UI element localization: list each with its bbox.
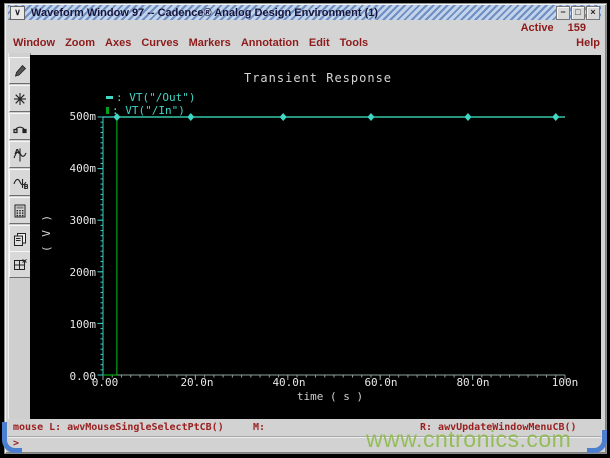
x-tick-label: 80.0n bbox=[456, 376, 490, 389]
window-menu-button[interactable]: ∨ bbox=[10, 5, 25, 20]
x-tick-label: 100n bbox=[551, 376, 579, 389]
y-tick-label: 200m bbox=[69, 266, 97, 279]
menu-help[interactable]: Help bbox=[576, 37, 600, 52]
waveform-b-icon: B bbox=[12, 175, 28, 191]
x-tick-label: 60.0n bbox=[364, 376, 398, 389]
maximize-button[interactable]: □ bbox=[571, 5, 585, 20]
probe-pen-icon bbox=[12, 63, 28, 79]
arc-marker-button[interactable] bbox=[9, 113, 31, 140]
calculator-icon bbox=[12, 203, 28, 219]
close-button[interactable]: × bbox=[586, 5, 600, 20]
minimize-icon: − bbox=[560, 7, 566, 17]
waveform-plot-area[interactable]: Transient Response : VT("/Out") : VT("/I… bbox=[30, 55, 601, 419]
svg-text:A: A bbox=[15, 148, 21, 156]
legend-colon: : bbox=[112, 103, 119, 117]
active-status-row: Active 159 bbox=[521, 22, 586, 36]
legend-item-in[interactable]: : VT("/In") bbox=[106, 103, 185, 117]
menu-curves[interactable]: Curves bbox=[141, 37, 178, 52]
arc-icon bbox=[12, 119, 28, 135]
plot-title: Transient Response bbox=[243, 71, 393, 85]
watermark: www.cntronics.com bbox=[366, 426, 572, 452]
legend-item-out[interactable]: : VT("/Out") bbox=[106, 90, 196, 104]
probe-button[interactable] bbox=[9, 57, 31, 84]
mouse-middle-binding: M: bbox=[253, 422, 266, 433]
menu-annotation[interactable]: Annotation bbox=[241, 37, 299, 52]
x-tick-label: 40.0n bbox=[272, 376, 306, 389]
screen: ∨ Waveform Window 97 -- Cadence® Analog … bbox=[0, 0, 610, 458]
window-scissors-icon bbox=[12, 257, 28, 273]
zoom-fit-button[interactable] bbox=[9, 85, 31, 112]
out-trace-swatch-icon bbox=[106, 95, 113, 99]
x-tick-label: 20.0n bbox=[180, 376, 214, 389]
calculator-button[interactable] bbox=[9, 197, 31, 224]
copy-pages-icon bbox=[12, 231, 28, 247]
y-axis-label: ( V ) bbox=[40, 213, 53, 253]
y-tick-label: 300m bbox=[69, 214, 97, 227]
mouse-left-binding: mouse L: awvMouseSingleSelectPtCB() bbox=[13, 422, 224, 433]
chevron-down-icon: ∨ bbox=[14, 7, 21, 17]
menu-window[interactable]: Window bbox=[13, 37, 55, 52]
menu-zoom[interactable]: Zoom bbox=[65, 37, 95, 52]
legend-out-label: VT("/Out") bbox=[129, 90, 196, 104]
menubar: Window Zoom Axes Curves Markers Annotati… bbox=[13, 37, 600, 52]
y-tick-label: 100m bbox=[69, 318, 97, 331]
in-trace-swatch-icon bbox=[106, 106, 109, 114]
menu-edit[interactable]: Edit bbox=[309, 37, 330, 52]
copy-window-button[interactable] bbox=[9, 225, 31, 252]
active-count: 159 bbox=[567, 22, 586, 34]
y-tick-label: 400m bbox=[69, 162, 97, 175]
y-tick-label: 500m bbox=[69, 110, 97, 123]
window-title: Waveform Window 97 -- Cadence® Analog De… bbox=[31, 6, 379, 19]
marker-a-button[interactable]: A bbox=[9, 141, 31, 168]
legend-colon: : bbox=[116, 90, 123, 104]
split-window-button[interactable] bbox=[9, 251, 31, 278]
x-axis-label: time ( s ) bbox=[296, 390, 364, 403]
toolbar-column: A B bbox=[8, 53, 31, 419]
active-label: Active bbox=[520, 22, 554, 34]
blue-corner-bottom-left bbox=[2, 422, 22, 453]
waveform-a-icon: A bbox=[12, 147, 28, 163]
legend-in-label: VT("/In") bbox=[125, 103, 185, 117]
star-burst-icon bbox=[12, 91, 28, 107]
x-tick-label: 0.00 bbox=[91, 376, 119, 389]
close-icon: × bbox=[590, 7, 596, 17]
svg-text:B: B bbox=[24, 183, 29, 191]
minimize-button[interactable]: − bbox=[556, 5, 570, 20]
menu-tools[interactable]: Tools bbox=[340, 37, 369, 52]
titlebar: ∨ Waveform Window 97 -- Cadence® Analog … bbox=[8, 5, 601, 20]
marker-b-button[interactable]: B bbox=[9, 169, 31, 196]
maximize-icon: □ bbox=[575, 7, 581, 17]
menu-axes[interactable]: Axes bbox=[105, 37, 131, 52]
menu-markers[interactable]: Markers bbox=[189, 37, 231, 52]
